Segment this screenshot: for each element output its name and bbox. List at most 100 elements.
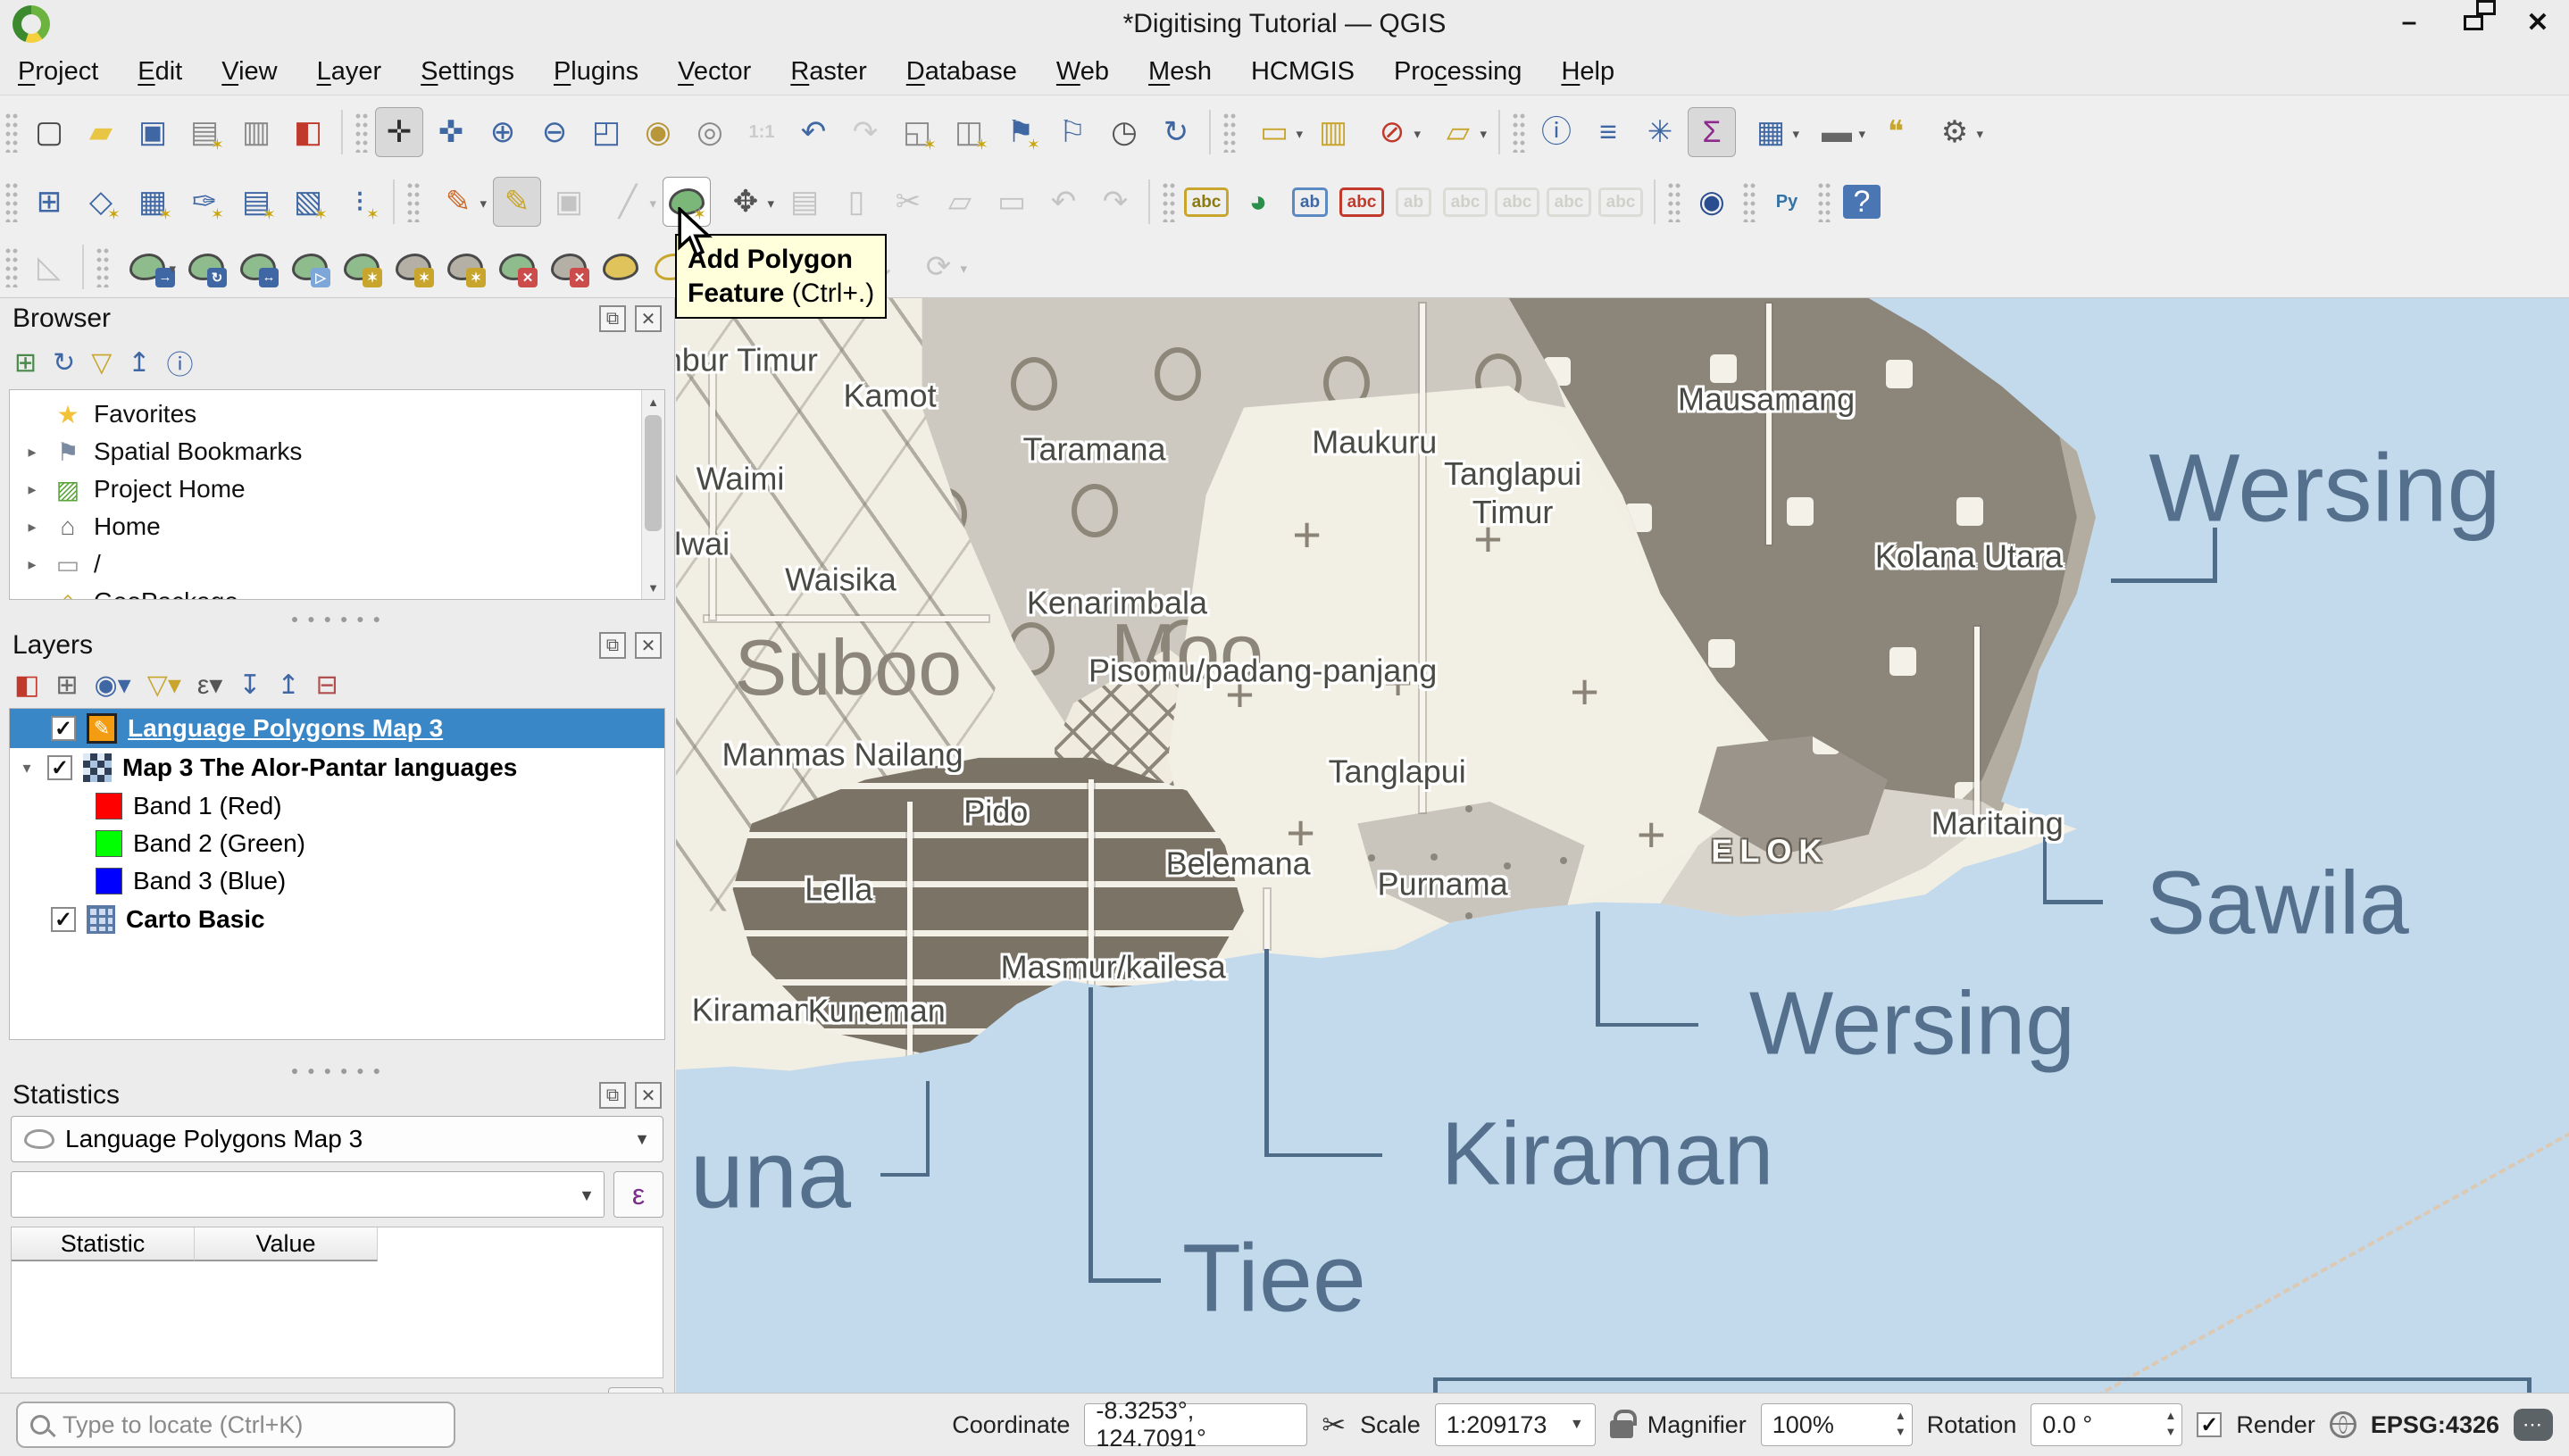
expander-icon[interactable]: ▸ (22, 518, 42, 537)
browser-item-spatial-bookmarks[interactable]: ▸⚑Spatial Bookmarks (13, 433, 664, 470)
statistics-field-combo[interactable]: ▼ (11, 1171, 605, 1218)
stat-column-header-statistic[interactable]: Statistic (12, 1227, 195, 1261)
hcmgis-plugin-button[interactable]: ◉ (1688, 177, 1736, 227)
chevron-down-icon[interactable]: ▾ (1296, 126, 1303, 142)
show-hide-labels-button[interactable]: abc (1441, 177, 1489, 227)
layers-collapse-all-button[interactable]: ↥ (277, 670, 299, 701)
add-vector-layer-button[interactable]: ◇✶ (77, 177, 125, 227)
menu-vector[interactable]: Vector (678, 57, 751, 87)
open-project-button[interactable]: ▰ (77, 107, 125, 157)
delete-ring-button[interactable]: ✕ (493, 242, 541, 292)
move-feature-button[interactable]: →▾ (116, 242, 179, 292)
toolbar-drag-handle[interactable] (1162, 181, 1176, 222)
move-label-button[interactable]: ab (1389, 177, 1438, 227)
change-label-properties-button[interactable]: abc (1597, 177, 1645, 227)
menu-hcmgis[interactable]: HCMGIS (1251, 57, 1355, 87)
layers-close-button[interactable]: ✕ (635, 632, 662, 659)
options-button[interactable]: ⚙▾ (1923, 107, 1986, 157)
browser-close-button[interactable]: ✕ (635, 305, 662, 332)
browser-scrollbar[interactable]: ▲ ▼ (641, 390, 664, 599)
expander-icon[interactable]: ▸ (22, 443, 42, 462)
new-map-view-button[interactable]: ◱✶ (893, 107, 941, 157)
toolbar-drag-handle[interactable] (96, 246, 110, 287)
cad-tools-button[interactable]: ◺ (25, 242, 73, 292)
toolbar-drag-handle[interactable] (1742, 181, 1756, 222)
layers-remove-button[interactable]: ⊟ (316, 670, 338, 701)
layers-add-group-button[interactable]: ⊞ (55, 670, 78, 701)
layers-expand-all-button[interactable]: ↧ (238, 670, 261, 701)
toggle-extents-icon[interactable]: ✂ (1322, 1408, 1346, 1442)
select-features-button[interactable]: ▭▾ (1243, 107, 1305, 157)
chevron-down-icon[interactable]: ▾ (767, 196, 774, 212)
layers-style-button[interactable]: ◧ (14, 670, 39, 701)
fill-ring-button[interactable]: ✶ (441, 242, 489, 292)
copy-features-button[interactable]: ▱ (936, 177, 984, 227)
toolbar-drag-handle[interactable] (406, 181, 421, 222)
toolbar-drag-handle[interactable] (1667, 181, 1681, 222)
toolbar-drag-handle[interactable] (1222, 112, 1237, 153)
new-spatial-bookmark-button[interactable]: ⚑✶ (997, 107, 1045, 157)
chevron-down-icon[interactable]: ▾ (480, 196, 487, 212)
menu-mesh[interactable]: Mesh (1148, 57, 1212, 87)
messages-icon[interactable]: ⋯ (2514, 1409, 2553, 1441)
chevron-down-icon[interactable]: ▾ (1480, 126, 1487, 142)
new-project-button[interactable]: ▢ (25, 107, 73, 157)
toggle-editing-button[interactable]: ✎ (493, 177, 541, 227)
reshape-features-button[interactable] (596, 242, 645, 292)
show-layout-manager-button[interactable]: ▥ (232, 107, 280, 157)
browser-refresh-button[interactable]: ↻ (53, 347, 75, 379)
scroll-down-icon[interactable]: ▼ (642, 576, 664, 599)
zoom-next-button[interactable]: ↷ (841, 107, 889, 157)
new-3d-map-view-button[interactable]: ◫✶ (945, 107, 993, 157)
crs-value[interactable]: EPSG:4326 (2371, 1411, 2499, 1439)
spin-down-icon[interactable]: ▼ (2164, 1424, 2176, 1440)
chevron-down-icon[interactable]: ▾ (960, 261, 967, 277)
toolbar-drag-handle[interactable] (4, 181, 19, 222)
zoom-to-layer-button[interactable]: ◎ (686, 107, 734, 157)
layer-band-row[interactable]: Band 1 (Red) (10, 787, 664, 825)
toolbar-drag-handle[interactable] (354, 112, 369, 153)
multiedit-attributes-button[interactable]: ▤ (780, 177, 829, 227)
help-contents-button[interactable]: ? (1838, 177, 1886, 227)
chevron-down-icon[interactable]: ▾ (1976, 126, 1983, 142)
menu-view[interactable]: View (221, 57, 277, 87)
zoom-full-button[interactable]: ◰ (582, 107, 630, 157)
map-tips-button[interactable]: ❝ (1872, 107, 1920, 157)
panel-splitter-2[interactable]: ● ● ● ● ● ● (0, 1064, 674, 1077)
scale-feature-button[interactable]: ↔ (234, 242, 282, 292)
data-source-manager-button[interactable]: ⊞ (25, 177, 73, 227)
layers-float-button[interactable]: ⧉ (599, 632, 626, 659)
menu-edit[interactable]: Edit (138, 57, 182, 87)
delete-selected-button[interactable]: ▯ (832, 177, 880, 227)
zoom-last-button[interactable]: ↶ (789, 107, 838, 157)
add-mesh-layer-button[interactable]: ▤✶ (232, 177, 280, 227)
zoom-native-button[interactable]: 1:1 (738, 107, 786, 157)
statistics-float-button[interactable]: ⧉ (599, 1082, 626, 1109)
layers-filter-legend-button[interactable]: ▽▾ (147, 670, 181, 701)
redo-button[interactable]: ↷ (1091, 177, 1139, 227)
toolbar-drag-handle[interactable] (1817, 181, 1831, 222)
browser-item--[interactable]: ▸▭/ (13, 545, 664, 583)
rotate-point-symbols-button[interactable]: ⟳▾ (907, 242, 970, 292)
layer-labeling-button[interactable]: abc (1182, 177, 1230, 227)
paste-features-button[interactable]: ▭ (988, 177, 1036, 227)
toolbar-drag-handle[interactable] (1512, 112, 1526, 153)
move-label-diagram-button[interactable]: abc (1493, 177, 1541, 227)
toolbar-drag-handle[interactable] (4, 246, 19, 287)
current-edits-button[interactable]: ✎▾ (427, 177, 489, 227)
expression-builder-button[interactable]: ε (613, 1171, 663, 1218)
new-print-layout-button[interactable]: ▤✶ (180, 107, 229, 157)
save-project-button[interactable]: ▣ (129, 107, 177, 157)
zoom-out-button[interactable]: ⊖ (530, 107, 579, 157)
processing-toolbox-button[interactable]: ✳ (1636, 107, 1684, 157)
show-statistics-button[interactable]: Σ (1688, 107, 1736, 157)
show-spatial-bookmarks-button[interactable]: ⚐ (1048, 107, 1097, 157)
pan-map-button[interactable]: ✛ (375, 107, 423, 157)
chevron-down-icon[interactable]: ▾ (1414, 126, 1421, 142)
select-by-location-button[interactable]: ▱▾ (1427, 107, 1489, 157)
menu-project[interactable]: Project (18, 57, 98, 87)
menu-help[interactable]: Help (1561, 57, 1614, 87)
chevron-down-icon[interactable]: ▾ (1792, 126, 1799, 142)
statistical-summary-abacus-button[interactable]: ≡ (1584, 107, 1632, 157)
open-attribute-table-button[interactable]: ▦▾ (1739, 107, 1802, 157)
